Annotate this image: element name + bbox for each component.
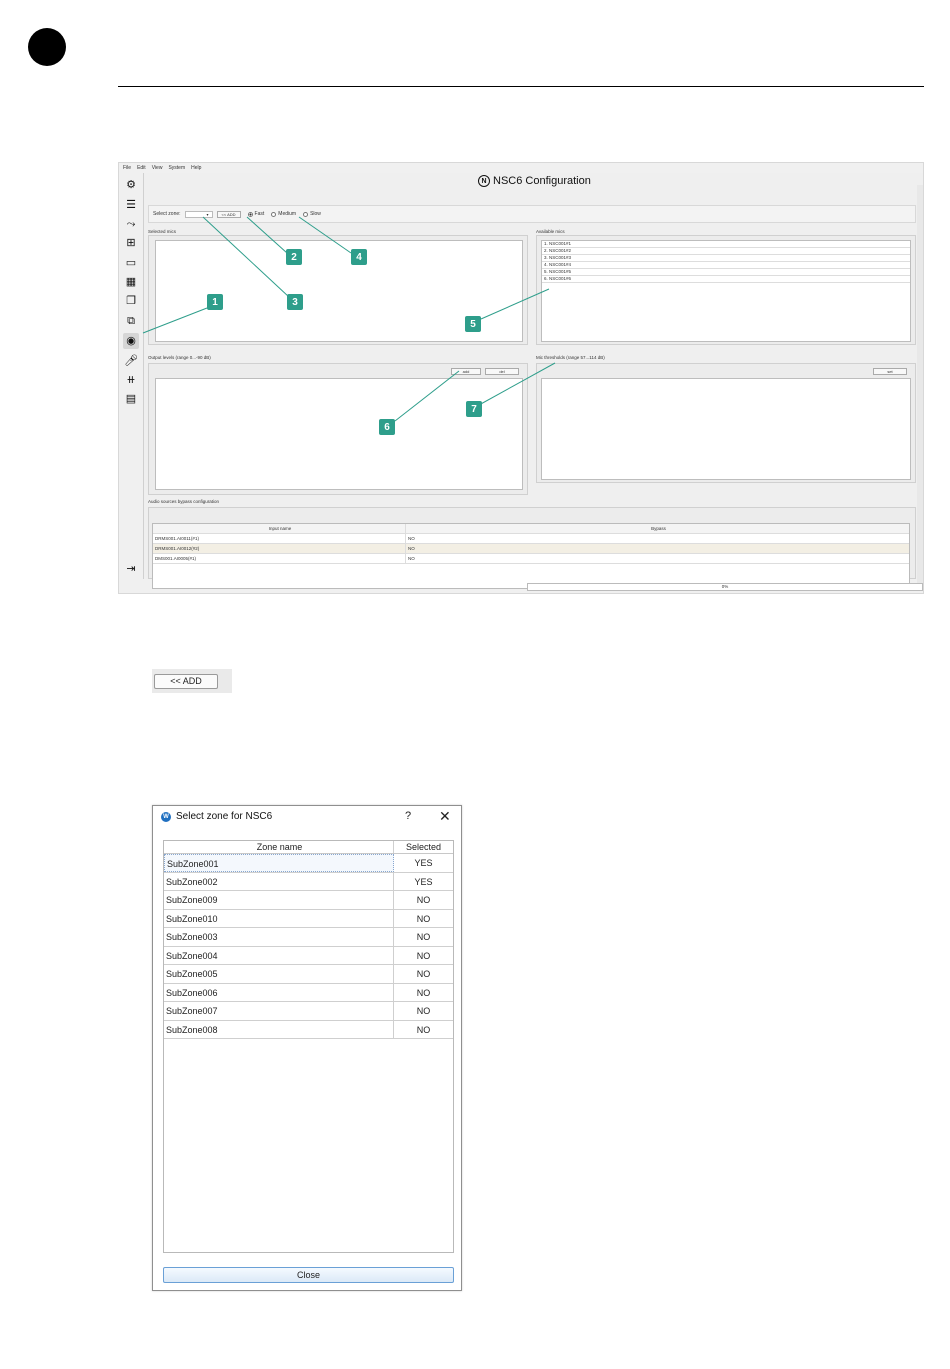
mic-icon[interactable]: 🎤︎ <box>123 353 139 369</box>
menu-file[interactable]: File <box>123 165 131 171</box>
nsc6-config-window: File Edit View System Help ⚙ ☰ ⤳ ⊞ ▭ ▦ ❐… <box>118 162 924 594</box>
callout-2: 2 <box>286 249 302 265</box>
bypass-table: Input name Bypass DRMS001.AI0011(#1) NO … <box>152 523 910 589</box>
speed-slow-radio[interactable]: Slow <box>303 211 321 217</box>
list-item[interactable]: 1. NSC001#1 <box>542 241 910 248</box>
bypass-label: Audio sources bypass configuration <box>148 499 220 504</box>
page-marker-dot <box>28 28 66 66</box>
layers-icon[interactable]: ❐ <box>123 293 139 309</box>
mic-thresholds-list[interactable] <box>541 378 911 480</box>
callout-4: 4 <box>351 249 367 265</box>
config-panel: N NSC6 Configuration Select zone: ▾ << A… <box>143 173 923 589</box>
grid-icon[interactable]: ▦ <box>123 274 139 290</box>
bypass-header[interactable]: Bypass <box>406 524 909 533</box>
server-icon[interactable]: ☰ <box>123 197 139 213</box>
table-row[interactable]: SubZone007 NO <box>164 1002 453 1021</box>
progress-bar: 0% <box>527 583 923 591</box>
list-item[interactable]: 6. NSC001#6 <box>542 276 910 283</box>
menu-edit[interactable]: Edit <box>137 165 146 171</box>
table-row[interactable]: DRMS001.AI0012(#2) NO <box>153 544 909 554</box>
list-item[interactable]: 2. NSC001#2 <box>542 248 910 255</box>
callout-6: 6 <box>379 419 395 435</box>
side-toolbar: ⚙ ☰ ⤳ ⊞ ▭ ▦ ❐ ⧉ ◉ 🎤︎ ⧺ ▤ ⇥ <box>121 175 141 589</box>
add-button-illustration: << ADD <box>152 669 232 693</box>
available-mics-group: 1. NSC001#1 2. NSC001#2 3. NSC001#3 4. N… <box>536 235 916 345</box>
set-threshold-button[interactable]: set <box>873 368 907 375</box>
add-zone-button[interactable]: << ADD <box>216 210 241 218</box>
bypass-table-header: Input name Bypass <box>153 524 909 534</box>
nsc-logo-icon: N <box>478 175 490 187</box>
route-icon[interactable]: ⤳ <box>123 216 139 232</box>
exit-icon[interactable]: ⇥ <box>123 561 139 577</box>
zone-table-header: Zone name Selected <box>164 841 453 854</box>
available-mics-label: Available mics <box>536 229 565 234</box>
close-icon[interactable]: ✕ <box>439 808 451 825</box>
select-zone-label: Select zone: <box>153 211 181 217</box>
menu-help[interactable]: Help <box>191 165 201 171</box>
gear-icon[interactable]: ⚙ <box>123 177 139 193</box>
nsc-icon[interactable]: ◉ <box>123 333 139 349</box>
document-icon[interactable]: ▤ <box>123 391 139 407</box>
zone-name-header[interactable]: Zone name <box>164 841 394 853</box>
vertical-scrollbar[interactable] <box>917 185 923 589</box>
output-levels-list[interactable] <box>155 378 523 490</box>
selected-header[interactable]: Selected <box>394 841 453 853</box>
selected-mics-label: Selected mics <box>148 229 177 234</box>
callout-1: 1 <box>207 294 223 310</box>
mic-thresholds-label: Mic thresholds (range 57...114 dB) <box>536 355 605 360</box>
list-item[interactable]: 3. NSC001#3 <box>542 255 910 262</box>
matrix-icon[interactable]: ⊞ <box>123 235 139 251</box>
table-row[interactable]: SubZone001 YES <box>164 854 453 873</box>
zone-selector-row: Select zone: ▾ << ADD Fast Medium Slow <box>148 205 916 223</box>
table-row[interactable]: DRMS001.AI0011(#1) NO <box>153 534 909 544</box>
add-output-button[interactable]: add <box>451 368 481 375</box>
help-icon[interactable]: ? <box>405 810 411 822</box>
speed-medium-radio[interactable]: Medium <box>271 211 296 217</box>
available-mics-list[interactable]: 1. NSC001#1 2. NSC001#2 3. NSC001#3 4. N… <box>541 240 911 342</box>
table-row[interactable]: SubZone008 NO <box>164 1020 453 1039</box>
zone-table: Zone name Selected SubZone001 YES SubZone… <box>163 840 454 1253</box>
mixer-icon[interactable]: ⧺ <box>123 372 139 388</box>
window-title: N NSC6 Configuration <box>478 175 591 187</box>
output-levels-group: add del <box>148 363 528 495</box>
table-row[interactable]: DMS001.AI0005(#1) NO <box>153 554 909 564</box>
menu-system[interactable]: System <box>168 165 185 171</box>
callout-5: 5 <box>465 316 481 332</box>
list-item[interactable]: 5. NSC001#5 <box>542 269 910 276</box>
table-row[interactable]: SubZone009 NO <box>164 891 453 910</box>
output-levels-label: Output levels (range 0...-90 dB) <box>148 355 211 360</box>
table-row[interactable]: SubZone004 NO <box>164 946 453 965</box>
table-row[interactable]: SubZone010 NO <box>164 909 453 928</box>
add-button[interactable]: << ADD <box>154 674 218 689</box>
input-name-header[interactable]: Input name <box>153 524 406 533</box>
mic-thresholds-group: set <box>536 363 916 483</box>
device-icon[interactable]: ▭ <box>123 255 139 271</box>
callout-3: 3 <box>287 294 303 310</box>
menu-bar: File Edit View System Help <box>119 163 923 173</box>
speed-fast-radio[interactable]: Fast <box>247 211 264 217</box>
zone-dropdown[interactable]: ▾ <box>184 210 213 218</box>
app-logo-icon: W <box>161 811 171 822</box>
table-row[interactable]: SubZone006 NO <box>164 983 453 1002</box>
del-output-button[interactable]: del <box>485 368 519 375</box>
group-icon[interactable]: ⧉ <box>123 313 139 329</box>
select-zone-dialog: W Select zone for NSC6 ? ✕ Zone name Sel… <box>152 805 462 1291</box>
dialog-title: W Select zone for NSC6 <box>161 811 272 822</box>
header-rule <box>118 86 924 87</box>
table-row[interactable]: SubZone005 NO <box>164 965 453 984</box>
table-row[interactable]: SubZone003 NO <box>164 928 453 947</box>
menu-view[interactable]: View <box>152 165 163 171</box>
close-button[interactable]: Close <box>163 1267 454 1283</box>
table-row[interactable]: SubZone002 YES <box>164 872 453 891</box>
callout-7: 7 <box>466 401 482 417</box>
list-item[interactable]: 4. NSC001#4 <box>542 262 910 269</box>
